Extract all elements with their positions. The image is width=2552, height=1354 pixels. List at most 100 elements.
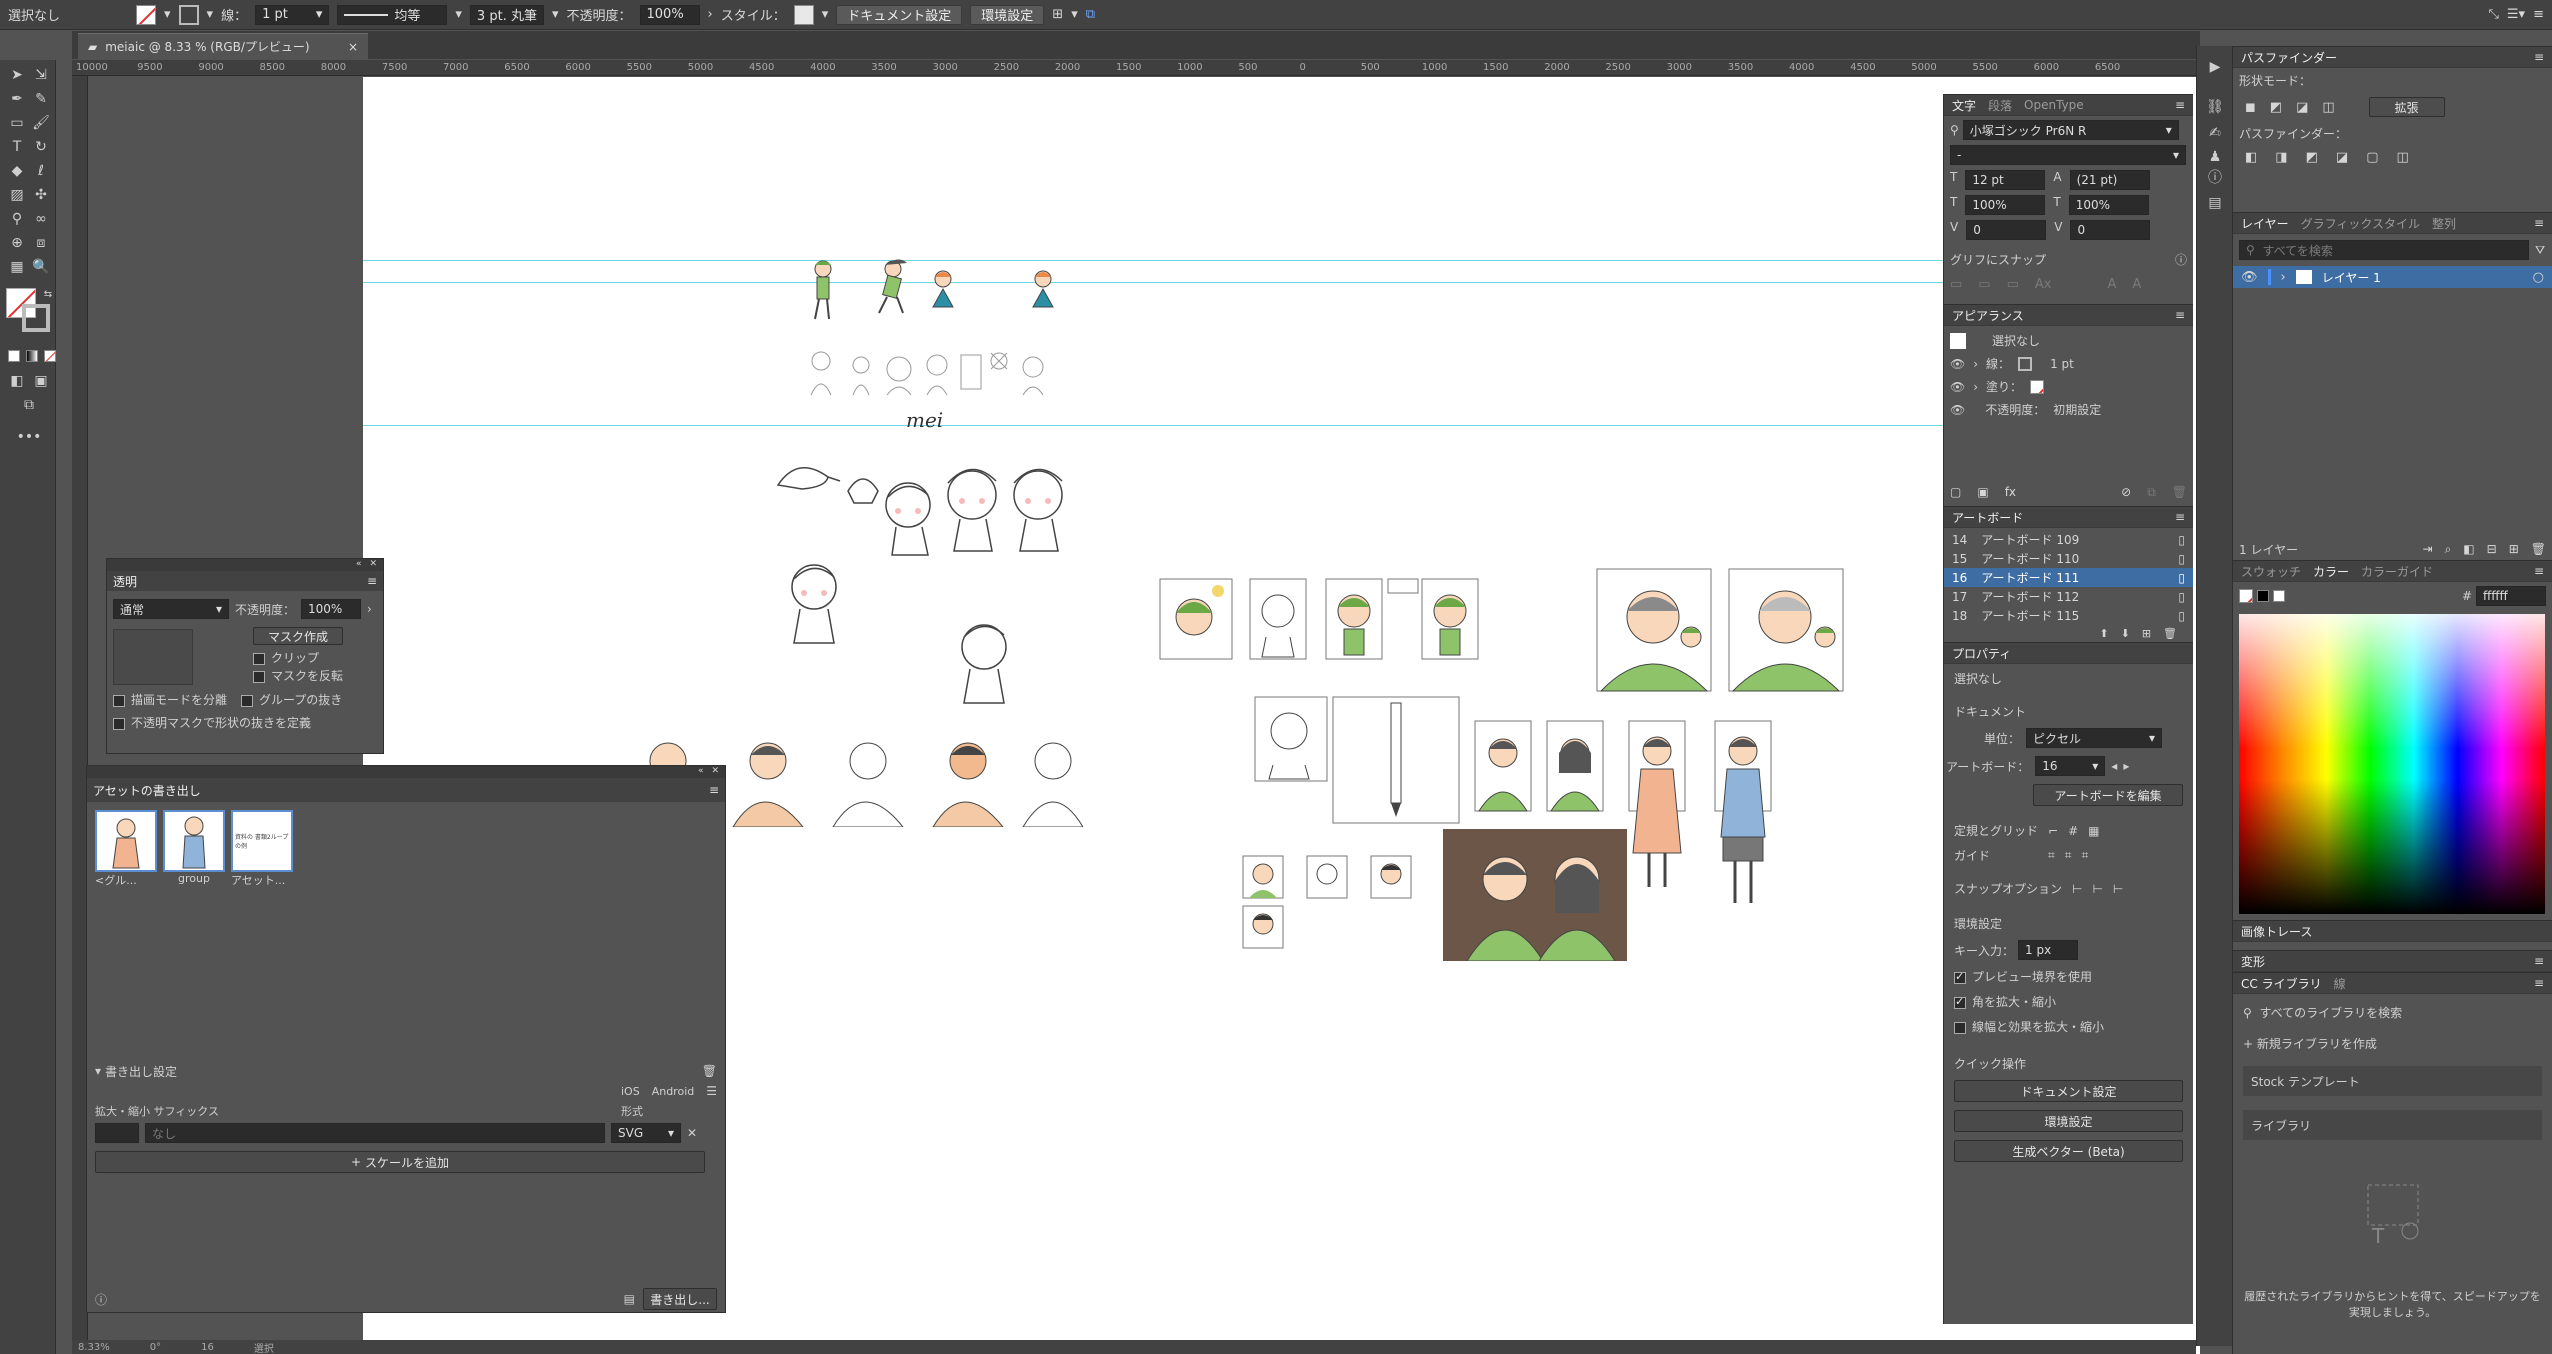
gradient-tool-icon[interactable]: ▨ <box>6 184 28 206</box>
stock-templates-item[interactable]: Stock テンプレート <box>2243 1066 2542 1096</box>
curvature-tool-icon[interactable]: ✎ <box>30 88 52 110</box>
zoom-tool-icon[interactable]: 🔍 <box>30 256 52 278</box>
brush-icon[interactable]: ✍ <box>2204 122 2226 144</box>
ios-preset-button[interactable]: iOS <box>621 1085 640 1098</box>
graph-tool-icon[interactable]: ▦ <box>6 256 28 278</box>
unite-icon[interactable]: ◼ <box>2245 100 2256 115</box>
divide-icon[interactable]: ◧ <box>2245 150 2257 165</box>
opacity-field[interactable]: 100% <box>301 599 362 619</box>
horizontal-scale-field[interactable]: 100% <box>2068 195 2149 215</box>
export-options-icon[interactable]: ▤ <box>624 1292 635 1306</box>
grid-icon[interactable]: # <box>2068 824 2078 838</box>
artboard-row[interactable]: 17 アートボード 112 ▯ <box>1944 587 2193 606</box>
collapse-icon[interactable]: « <box>356 559 362 571</box>
chevron-down-icon[interactable]: ▾ <box>455 7 462 22</box>
type-tool-icon[interactable]: T <box>6 136 28 158</box>
edit-toolbar-icon[interactable]: ••• <box>17 426 42 448</box>
stroke-weight-field[interactable]: 1 pt ▾ <box>255 4 330 25</box>
mei-logo-text[interactable]: mei <box>906 408 943 432</box>
tab-cc-libraries[interactable]: CC ライブラリ <box>2241 975 2322 992</box>
screen-mode-icon[interactable]: ▣ <box>30 370 52 392</box>
chevron-right-icon[interactable]: › <box>2281 270 2286 285</box>
chevron-down-icon[interactable]: ▾ <box>1071 7 1078 22</box>
font-size-field[interactable]: 12 pt <box>1965 170 2046 190</box>
expand-button[interactable]: 拡張 <box>2368 97 2445 117</box>
artboards-panel-title[interactable]: アートボード <box>1952 509 2023 526</box>
export-settings-heading[interactable]: 書き出し設定 <box>105 1063 177 1080</box>
target-icon[interactable]: ○ <box>2533 270 2544 285</box>
rotate-tool-icon[interactable]: ↻ <box>30 136 52 158</box>
tab-layers[interactable]: レイヤー <box>2241 215 2289 232</box>
panel-grip[interactable]: «✕ <box>107 559 383 571</box>
tab-graphic-styles[interactable]: グラフィックスタイル <box>2301 215 2420 232</box>
new-artboard-icon[interactable]: ⊞ <box>2142 627 2151 640</box>
clear-icon[interactable]: ⊘ <box>2121 485 2131 500</box>
duplicate-icon[interactable]: ⧉ <box>2147 485 2156 500</box>
chevron-down-icon[interactable]: ▾ <box>207 7 214 22</box>
make-mask-button[interactable]: マスク作成 <box>253 627 343 645</box>
new-layer-icon[interactable]: ⊞ <box>2509 542 2519 556</box>
chevron-right-icon[interactable]: › <box>708 7 713 22</box>
intersect-icon[interactable]: ◪ <box>2296 100 2308 115</box>
merge-icon[interactable]: ◩ <box>2306 150 2318 165</box>
transparency-panel-title[interactable]: 透明 <box>113 573 137 590</box>
color-spectrum[interactable] <box>2239 614 2545 914</box>
format-select[interactable]: SVG ▾ <box>611 1123 681 1143</box>
layer-row[interactable]: 👁 › レイヤー 1 ○ <box>2233 266 2552 288</box>
tab-color[interactable]: カラー <box>2313 563 2349 580</box>
assets-icon[interactable]: ▤ <box>2204 192 2226 214</box>
tab-stroke[interactable]: 線 <box>2334 975 2346 992</box>
paintbrush-tool-icon[interactable]: 🖌 <box>30 112 52 134</box>
use-preview-bounds-checkbox[interactable]: プレビュー境界を使用 <box>1954 968 2183 985</box>
artboard-tool-icon[interactable]: ⧈ <box>30 232 52 254</box>
panel-menu-icon[interactable]: ≡ <box>2175 308 2185 322</box>
library-search-field[interactable]: ⚲ すべてのライブラリを検索 <box>2243 1004 2542 1021</box>
shape-builder-tool-icon[interactable]: ⊕ <box>6 232 28 254</box>
black-swatch[interactable] <box>2257 590 2269 602</box>
artboard-row[interactable]: 15 アートボード 110 ▯ <box>1944 549 2193 568</box>
knockout-group-checkbox[interactable]: グループの抜き <box>241 691 342 708</box>
info-icon[interactable]: ⓘ <box>2175 251 2187 268</box>
trash-icon[interactable]: 🗑 <box>2172 485 2187 500</box>
key-increment-field[interactable]: 1 px <box>2018 940 2079 960</box>
link-icon[interactable]: ⛓ <box>2204 96 2226 118</box>
draw-normal-icon[interactable]: ◧ <box>6 370 28 392</box>
snap-icon[interactable]: ▭ <box>1950 277 1962 292</box>
close-icon[interactable]: ✕ <box>369 559 377 571</box>
blend-tool-icon[interactable]: ∞ <box>30 208 52 230</box>
close-icon[interactable]: ✕ <box>711 766 719 778</box>
edit-artboards-button[interactable]: アートボードを編集 <box>2033 784 2183 806</box>
quick-preferences-button[interactable]: 環境設定 <box>1954 1110 2183 1132</box>
move-down-icon[interactable]: ⬇ <box>2121 627 2130 640</box>
eraser-tool-icon[interactable]: ◆ <box>6 160 28 182</box>
scale-strokes-checkbox[interactable]: 線幅と効果を拡大・縮小 <box>1954 1018 2183 1035</box>
graphic-style-swatch[interactable] <box>793 4 814 25</box>
chevron-down-icon[interactable]: ▾ <box>95 1064 101 1078</box>
none-swatch[interactable] <box>2239 589 2253 603</box>
snap-to-grid-icon[interactable]: ⊢ <box>2092 882 2102 896</box>
tab-paragraph[interactable]: 段落 <box>1988 97 2012 114</box>
lasso-tool-icon[interactable]: ℓ <box>30 160 52 182</box>
chevron-down-icon[interactable]: ▾ <box>164 7 171 22</box>
new-library-button[interactable]: + 新規ライブラリを作成 <box>2243 1035 2542 1052</box>
smart-guides-icon[interactable]: ⌗ <box>2082 848 2089 863</box>
close-icon[interactable]: ✕ <box>687 1126 697 1140</box>
properties-panel-title[interactable]: プロパティ <box>1952 645 2011 662</box>
clip-checkbox[interactable]: クリップ <box>253 649 319 666</box>
artboard-row[interactable]: 14 アートボード 109 ▯ <box>1944 530 2193 549</box>
tab-opentype[interactable]: OpenType <box>2024 98 2084 112</box>
eye-icon[interactable]: 👁 <box>1950 403 1965 417</box>
lock-guides-icon[interactable]: ⌗ <box>2065 848 2072 863</box>
tab-swatches[interactable]: スウォッチ <box>2241 563 2301 580</box>
snap-icon[interactable]: A <box>2107 277 2116 292</box>
isolate-blending-checkbox[interactable]: 描画モードを分離 <box>113 691 227 708</box>
list-settings-icon[interactable]: ☰ <box>706 1084 717 1098</box>
scale-corners-checkbox[interactable]: 角を拡大・縮小 <box>1954 993 2183 1010</box>
preferences-button[interactable]: 環境設定 <box>970 4 1045 25</box>
artboard-options-icon[interactable]: ▯ <box>2178 533 2185 547</box>
panel-menu-icon[interactable]: ≡ <box>2534 216 2544 230</box>
guides-icon[interactable]: ⌗ <box>2048 848 2055 863</box>
panel-menu-icon[interactable]: ≡ <box>2533 7 2544 22</box>
artboard-options-icon[interactable]: ▯ <box>2178 590 2185 604</box>
horizontal-ruler[interactable]: 10000 9500 9000 8500 8000 7500 7000 6500 6000 550… <box>72 60 2200 76</box>
